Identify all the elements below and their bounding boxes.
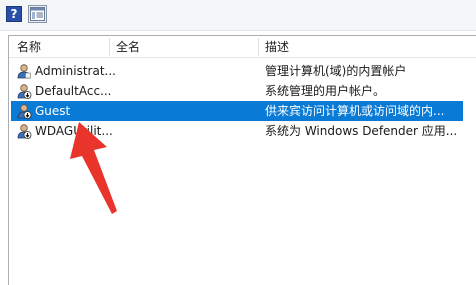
annotation-arrow-icon <box>70 122 117 214</box>
